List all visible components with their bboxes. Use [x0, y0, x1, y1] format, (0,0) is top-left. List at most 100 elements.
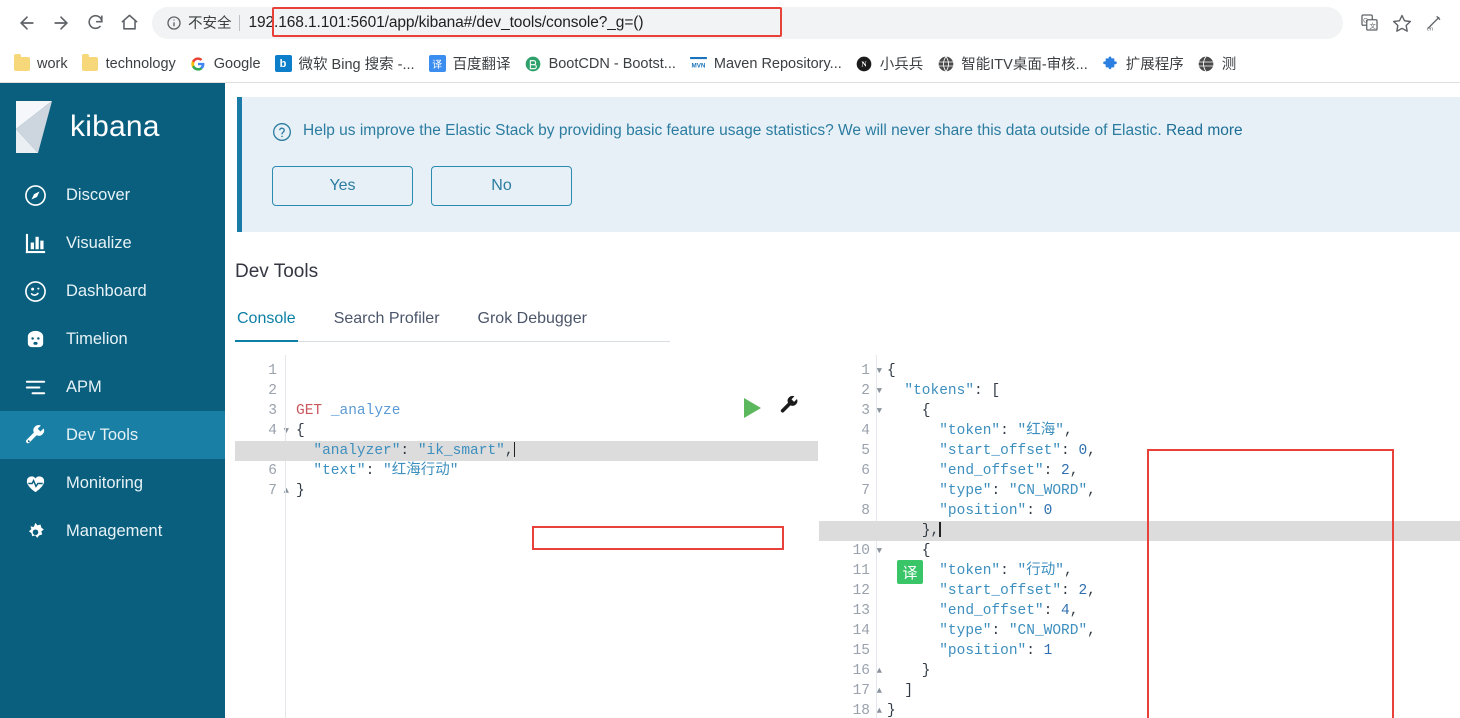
- security-status-label: 不安全: [188, 16, 232, 32]
- wrench-settings-icon[interactable]: [779, 395, 800, 421]
- maven-icon: MVN: [689, 55, 707, 72]
- kibana-sidebar: kibana Discover Visualize Dashboard Time: [0, 83, 225, 718]
- kibana-brand[interactable]: kibana: [0, 83, 225, 171]
- line-number: 5: [861, 443, 870, 459]
- request-code[interactable]: GET _analyze { "analyzer": "ik_smart", "…: [235, 355, 818, 718]
- dashboard-icon: [22, 278, 48, 304]
- tab-console[interactable]: Console: [235, 302, 298, 342]
- sidebar-item-discover[interactable]: Discover: [0, 171, 225, 219]
- translate-icon[interactable]: G文: [1354, 8, 1384, 38]
- line-number: 6: [268, 463, 277, 479]
- response-code[interactable]: { "tokens": [ { "token": "红海", "start_of…: [819, 355, 1460, 718]
- globe-icon: [1198, 55, 1215, 72]
- svg-text:MVN: MVN: [691, 62, 705, 69]
- bar-chart-icon: [22, 230, 48, 256]
- code-line: {: [296, 423, 305, 439]
- timelion-icon: [22, 326, 48, 352]
- sidebar-item-visualize[interactable]: Visualize: [0, 219, 225, 267]
- main-content: Help us improve the Elastic Stack by pro…: [225, 83, 1460, 718]
- home-button[interactable]: [112, 6, 146, 40]
- site-info-icon[interactable]: [166, 15, 182, 31]
- url-field[interactable]: 192.168.1.101:5601/app/kibana#/dev_tools…: [249, 7, 1332, 39]
- code-line: "token": "行动",: [939, 563, 1073, 579]
- bing-icon: b: [274, 55, 292, 72]
- star-icon[interactable]: [1387, 8, 1417, 38]
- sidebar-item-label: Monitoring: [66, 473, 144, 492]
- bookmark-bing[interactable]: b 微软 Bing 搜索 -...: [268, 49, 422, 78]
- bookmark-label: 智能ITV桌面-审核...: [961, 57, 1088, 73]
- request-editor[interactable]: 1 2 3 4▼ 5 6 7▲ GET _analyze { "analyzer…: [225, 355, 818, 718]
- forward-button[interactable]: [44, 6, 78, 40]
- sidebar-item-apm[interactable]: APM: [0, 363, 225, 411]
- telemetry-no-button[interactable]: No: [431, 166, 572, 206]
- sidebar-item-label: APM: [66, 377, 102, 396]
- line-number: 12: [852, 583, 870, 599]
- code-line: ]: [887, 683, 914, 699]
- bookmark-itv-desktop[interactable]: 智能ITV桌面-审核...: [930, 49, 1094, 78]
- sidebar-item-management[interactable]: Management: [0, 507, 225, 555]
- gear-icon: [22, 518, 48, 544]
- bookmark-technology[interactable]: technology: [75, 51, 183, 76]
- bookmark-last[interactable]: 测: [1191, 49, 1244, 78]
- sidebar-item-dev-tools[interactable]: Dev Tools: [0, 411, 225, 459]
- line-number: 7 ▲: [268, 483, 289, 499]
- bookmark-google[interactable]: Google: [183, 51, 268, 76]
- code-line: "type": "CN_WORD",: [939, 623, 1096, 639]
- sidebar-item-dashboard[interactable]: Dashboard: [0, 267, 225, 315]
- line-number: 3 ▼: [861, 403, 882, 419]
- svg-text:N: N: [862, 59, 868, 68]
- bookmark-label: 百度翻译: [452, 57, 511, 73]
- bookmark-label: 扩展程序: [1125, 57, 1184, 73]
- code-line: {: [887, 363, 896, 379]
- code-line-active: "analyzer": "ik_smart",: [313, 442, 516, 459]
- code-line: "text": "红海行动": [313, 463, 459, 479]
- bookmark-label: 微软 Bing 搜索 -...: [298, 57, 415, 73]
- bookmark-extensions[interactable]: 扩展程序: [1095, 49, 1191, 78]
- line-number: 8: [861, 503, 870, 519]
- bookmark-baidu-translate[interactable]: 译 百度翻译: [422, 49, 518, 78]
- code-line: "position": 1: [939, 643, 1053, 659]
- line-number: 2: [268, 383, 277, 399]
- extension-icon[interactable]: en: [1420, 8, 1450, 38]
- bookmark-label: BootCDN - Bootst...: [548, 55, 676, 72]
- tab-search-profiler[interactable]: Search Profiler: [332, 302, 442, 341]
- bookmark-bootcdn[interactable]: BootCDN - Bootst...: [518, 51, 683, 76]
- console-split: 1 2 3 4▼ 5 6 7▲ GET _analyze { "analyzer…: [225, 355, 1460, 718]
- svg-text:文: 文: [1369, 21, 1376, 30]
- line-number: 17 ▲: [852, 683, 882, 699]
- notion-icon: N: [856, 55, 873, 72]
- bookmark-work[interactable]: work: [6, 51, 75, 76]
- bookmark-xiaobingbing[interactable]: N 小兵兵: [849, 49, 931, 78]
- telemetry-message: Help us improve the Elastic Stack by pro…: [303, 122, 1166, 139]
- run-request-icon[interactable]: [744, 398, 761, 418]
- line-number: 13: [852, 603, 870, 619]
- sidebar-item-timelion[interactable]: Timelion: [0, 315, 225, 363]
- editor-actions: [744, 395, 800, 421]
- sidebar-item-label: Management: [66, 521, 163, 540]
- reload-button[interactable]: [78, 6, 112, 40]
- sidebar-item-label: Discover: [66, 185, 131, 204]
- sidebar-item-label: Dashboard: [66, 281, 147, 300]
- read-more-link[interactable]: Read more: [1166, 122, 1243, 139]
- url-text: 192.168.1.101:5601/app/kibana#/dev_tools…: [248, 13, 644, 31]
- tab-grok-debugger[interactable]: Grok Debugger: [476, 302, 589, 341]
- code-line: "position": 0: [939, 503, 1053, 519]
- line-number: 16 ▲: [852, 663, 882, 679]
- back-button[interactable]: [10, 6, 44, 40]
- heartbeat-icon: [22, 470, 48, 496]
- sidebar-item-label: Dev Tools: [66, 425, 139, 444]
- sidebar-item-monitoring[interactable]: Monitoring: [0, 459, 225, 507]
- bookmark-label: Google: [213, 55, 261, 72]
- address-bar[interactable]: 不安全 192.168.1.101:5601/app/kibana#/dev_t…: [152, 6, 1343, 39]
- telemetry-yes-button[interactable]: Yes: [272, 166, 413, 206]
- sidebar-item-label: Visualize: [66, 233, 132, 252]
- code-line: "token": "红海",: [939, 423, 1073, 439]
- bookmark-label: technology: [105, 55, 176, 72]
- bookmark-maven[interactable]: MVN Maven Repository...: [683, 51, 849, 76]
- response-viewer[interactable]: 1▼ 2▼ 3▼ 4 5 6 7 8 9▲ 10▼ 11 12 13 14 15…: [818, 355, 1460, 718]
- code-line: "tokens": [: [904, 383, 1001, 399]
- code-line: }: [296, 483, 305, 499]
- kibana-logo: [14, 99, 56, 155]
- page-translate-button[interactable]: 译: [897, 560, 923, 584]
- bookmark-label: work: [37, 55, 68, 72]
